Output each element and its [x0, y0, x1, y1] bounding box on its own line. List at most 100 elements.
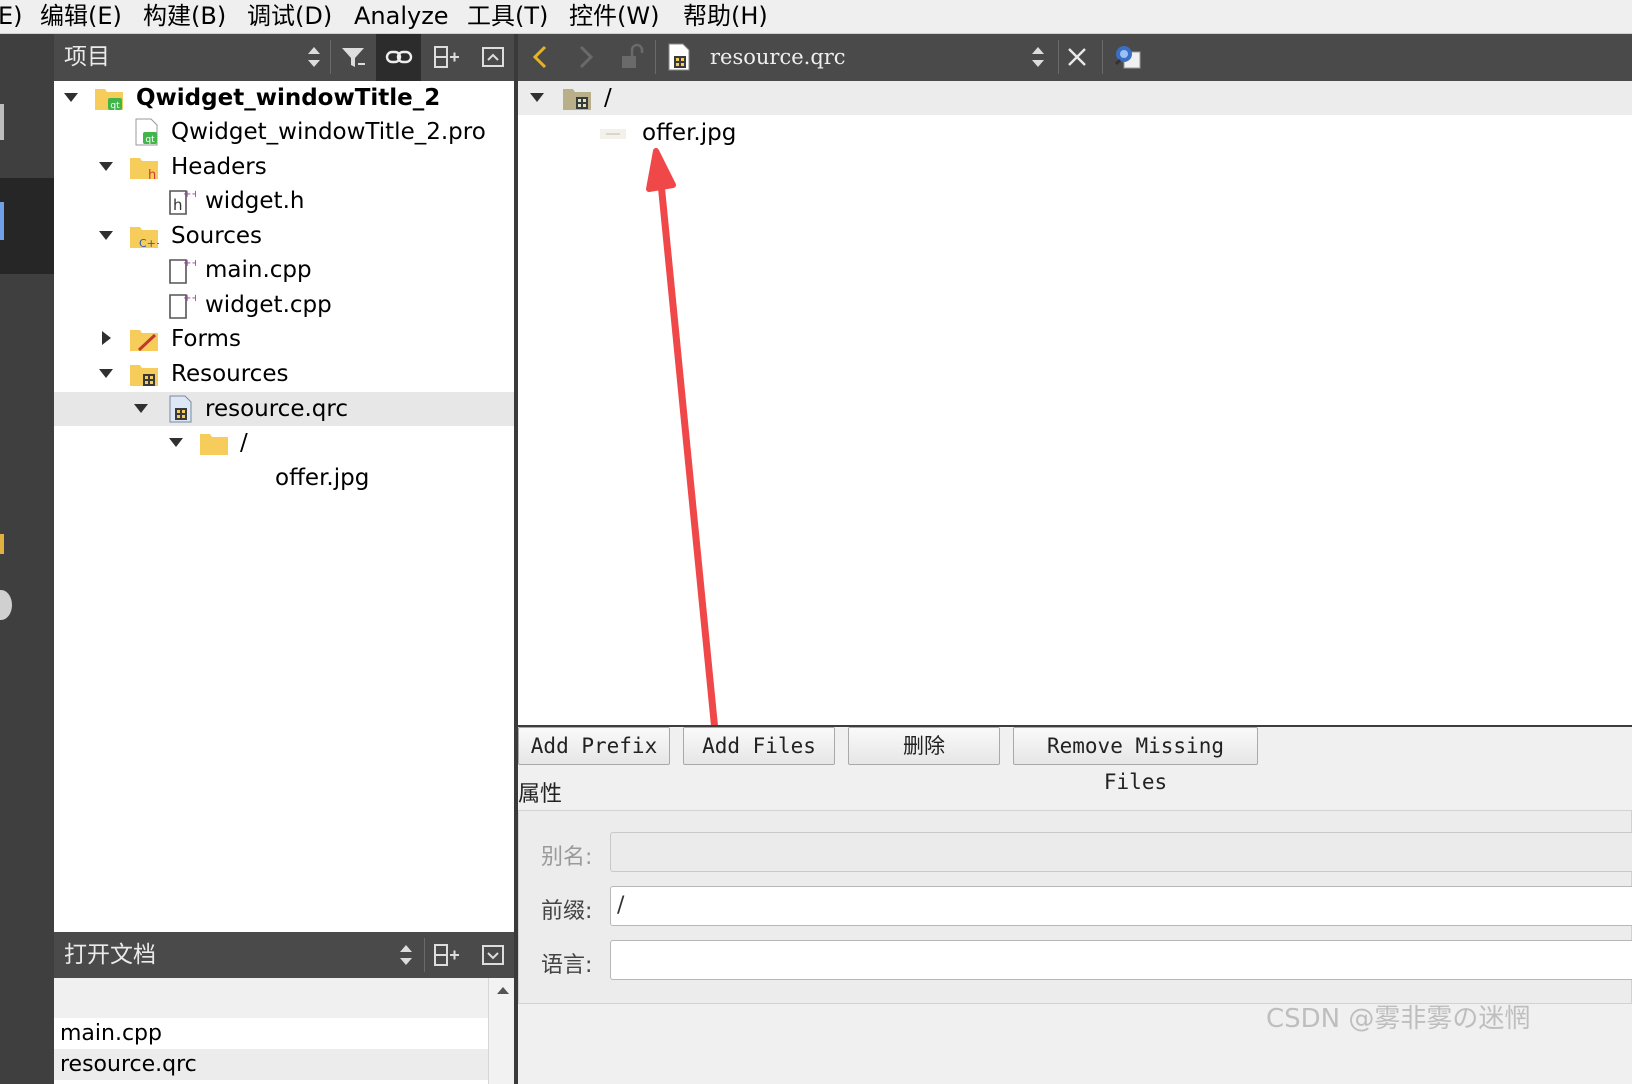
folder-icon	[200, 434, 228, 455]
expand-arrow-icon[interactable]	[99, 369, 113, 378]
tree-label: Forms	[171, 326, 241, 352]
open-docs-header: 打开文档	[54, 932, 516, 978]
resources-folder-icon	[130, 365, 158, 386]
tree-row-prefix-folder[interactable]: /	[54, 426, 514, 460]
language-field[interactable]	[610, 940, 1632, 980]
prefix-label: 前缀:	[541, 899, 593, 924]
menu-edit-partial[interactable]: E)	[0, 0, 23, 34]
expand-arrow-icon[interactable]	[99, 162, 113, 171]
lock-icon[interactable]	[616, 42, 646, 72]
close-document-icon[interactable]	[1062, 42, 1092, 72]
tree-row-pro-file[interactable]: qt Qwidget_windowTitle_2.pro	[54, 115, 514, 149]
open-docs-scrollbar[interactable]	[488, 978, 516, 1084]
open-docs-list: main.cpp resource.qrc	[54, 1018, 488, 1084]
tree-row-offer-jpg[interactable]: offer.jpg	[54, 461, 514, 495]
watermark: CSDN @雾非雾の迷惘	[1266, 1004, 1531, 1034]
close-panel-icon[interactable]	[478, 940, 508, 970]
locator-icon[interactable]	[1112, 42, 1142, 72]
menu-analyze[interactable]: Analyze	[354, 0, 449, 34]
sources-folder-icon: C++	[130, 227, 159, 250]
tree-label: Qwidget_windowTitle_2.pro	[171, 119, 486, 145]
expand-arrow-icon[interactable]	[169, 438, 183, 447]
header-file-icon: h++	[169, 189, 196, 215]
tree-label: Qwidget_windowTitle_2	[136, 85, 441, 111]
remove-missing-files-button[interactable]: Remove Missing Files	[1013, 727, 1258, 794]
svg-text:qt: qt	[110, 101, 120, 111]
tree-row-headers[interactable]: h Headers	[54, 150, 514, 184]
tree-row-resource-qrc[interactable]: resource.qrc	[54, 392, 514, 426]
menu-help[interactable]: 帮助(H)	[683, 0, 768, 34]
scroll-up-icon[interactable]	[495, 984, 511, 996]
tree-row-main-cpp[interactable]: ++ main.cpp	[54, 253, 514, 287]
language-label: 语言:	[541, 953, 593, 978]
tree-row-resources[interactable]: Resources	[54, 357, 514, 391]
project-panel-title: 项目	[64, 44, 110, 70]
svg-text:++: ++	[183, 258, 196, 269]
svg-text:qt: qt	[145, 135, 155, 145]
svg-text:++: ++	[183, 189, 196, 200]
alias-field[interactable]	[610, 832, 1632, 872]
tree-row-sources[interactable]: C++ Sources	[54, 219, 514, 253]
open-docs-title: 打开文档	[64, 942, 156, 968]
svg-text:h: h	[148, 168, 156, 181]
pro-file-icon: qt	[135, 118, 158, 146]
menu-build[interactable]: 构建(B)	[143, 0, 226, 34]
prefix-field[interactable]: /	[610, 886, 1632, 926]
properties-title: 属性	[518, 782, 563, 807]
tree-row-project[interactable]: qt Qwidget_windowTitle_2	[54, 81, 514, 115]
cpp-file-icon: ++	[169, 293, 196, 319]
mode-selector-bar	[0, 34, 54, 1084]
qt-project-folder-icon: qt	[95, 89, 123, 111]
split-add-icon[interactable]	[431, 940, 461, 970]
tree-label: offer.jpg	[275, 465, 370, 491]
link-with-editor-icon[interactable]	[384, 42, 414, 72]
mode-edit-icon[interactable]	[0, 202, 4, 240]
tree-row-widget-h[interactable]: h ++ widget.h	[54, 184, 514, 218]
qrc-file-icon	[668, 43, 690, 71]
project-panel-header: 项目	[54, 34, 516, 81]
tree-label: widget.cpp	[205, 292, 332, 318]
mode-edit-selected[interactable]	[0, 178, 54, 274]
collapse-arrow-icon[interactable]	[102, 331, 111, 345]
headers-folder-icon: h	[130, 158, 158, 181]
svg-text:C++: C++	[139, 237, 159, 250]
add-prefix-button[interactable]: Add Prefix	[518, 727, 670, 765]
expand-arrow-icon[interactable]	[64, 93, 78, 102]
tree-row-widget-cpp[interactable]: ++ widget.cpp	[54, 288, 514, 322]
qrc-file-icon	[169, 395, 192, 423]
svg-text:h: h	[173, 196, 183, 214]
menu-controls[interactable]: 控件(W)	[569, 0, 659, 34]
close-panel-icon[interactable]	[478, 42, 508, 72]
tree-row-forms[interactable]: Forms	[54, 322, 514, 356]
mode-welcome-icon[interactable]	[0, 104, 4, 140]
filter-icon[interactable]	[338, 42, 368, 72]
forward-arrow-icon[interactable]	[570, 42, 600, 72]
split-add-icon[interactable]	[431, 42, 461, 72]
view-sort-arrows-icon[interactable]	[299, 42, 329, 72]
svg-text:++: ++	[183, 293, 196, 304]
back-arrow-icon[interactable]	[526, 42, 556, 72]
view-sort-arrows-icon[interactable]	[391, 940, 421, 970]
editor-toolbar: resource.qrc	[518, 34, 1632, 81]
open-doc-item[interactable]: resource.qrc	[54, 1049, 488, 1080]
tree-label: Headers	[171, 154, 267, 180]
cpp-file-icon: ++	[169, 258, 196, 284]
project-tree: qt Qwidget_windowTitle_2 qt Qwidget_wind…	[54, 81, 514, 972]
tree-label: main.cpp	[205, 257, 312, 283]
delete-button[interactable]: 删除	[848, 727, 1000, 765]
add-files-button[interactable]: Add Files	[683, 727, 835, 765]
menu-edit[interactable]: 编辑(E)	[40, 0, 122, 34]
mode-help-icon[interactable]	[0, 590, 12, 620]
open-doc-item[interactable]: main.cpp	[54, 1018, 488, 1049]
menu-debug[interactable]: 调试(D)	[247, 0, 332, 34]
tree-label: Sources	[171, 223, 262, 249]
file-switch-arrows-icon[interactable]	[1023, 42, 1053, 72]
expand-arrow-icon[interactable]	[134, 404, 148, 413]
tree-label: widget.h	[205, 188, 305, 214]
editor-file-name[interactable]: resource.qrc	[710, 34, 846, 81]
tree-label: Resources	[171, 361, 289, 387]
menu-tools[interactable]: 工具(T)	[467, 0, 548, 34]
tree-label: resource.qrc	[205, 396, 348, 422]
expand-arrow-icon[interactable]	[99, 231, 113, 240]
mode-debug-icon[interactable]	[0, 534, 4, 554]
